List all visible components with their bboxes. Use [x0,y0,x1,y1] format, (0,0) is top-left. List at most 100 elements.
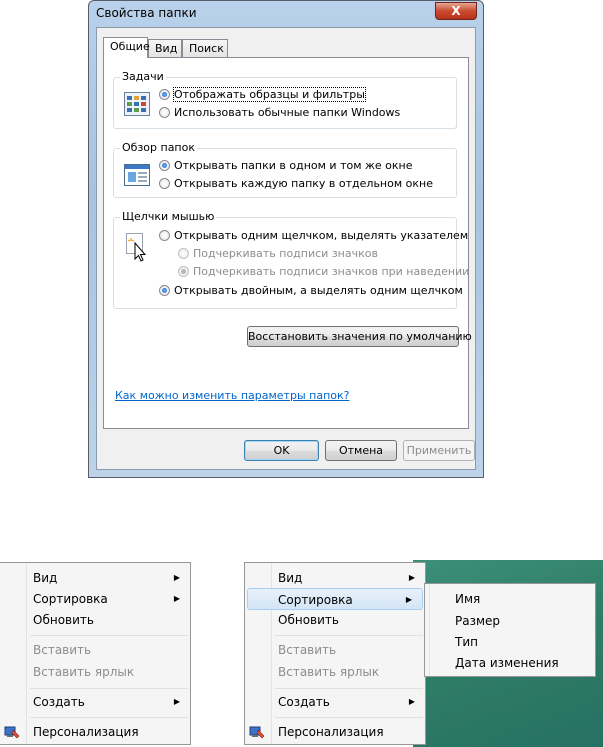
menu-item-label: Вид [33,571,58,585]
menu-item-label: Размер [455,614,501,628]
menu-item-label: Вставить [33,643,92,657]
menu-separator [275,635,423,636]
radio-unchecked[interactable] [159,230,170,241]
menu-item-refresh[interactable]: Обновить [0,609,190,631]
close-button[interactable]: X [435,2,477,20]
menu-item-label: Сортировка [278,593,353,607]
radio-unchecked[interactable] [159,107,170,118]
menu-item-view[interactable]: Вид ▶ [0,567,190,589]
sort-by-type[interactable]: Тип [425,631,595,653]
option-label: Использовать обычные папки Windows [174,106,401,119]
personalize-icon [249,726,265,739]
menu-item-label: Обновить [278,613,339,627]
dialog-title: Свойства папки [96,6,197,20]
browse-group-title: Обзор папок [120,141,197,154]
submenu-arrow-icon: ▶ [408,573,415,582]
menu-item-label: Персонализация [33,725,139,739]
submenu-arrow-icon: ▶ [173,594,180,603]
option-label: Открывать папки в одном и том же окне [174,159,413,172]
menu-item-label: Обновить [33,613,94,627]
clicks-group-title: Щелчки мышью [120,210,217,223]
sort-by-name[interactable]: Имя [425,588,595,610]
menu-separator [30,688,188,689]
tasks-group-title: Задачи [120,70,166,83]
tab-view[interactable]: Вид [148,39,182,57]
tab-general[interactable]: Общие [103,37,150,58]
menu-item-label: Создать [33,695,85,709]
menu-item-label: Вид [278,571,303,585]
double-click-option[interactable]: Открывать двойным, а выделять одним щелч… [159,284,463,297]
sort-submenu: Имя Размер Тип Дата изменения [424,583,596,677]
submenu-arrow-icon: ▶ [173,573,180,582]
window-icon [124,164,150,186]
dialog-client: Общие Вид Поиск Задачи Отображать образц… [96,27,476,470]
cancel-button[interactable]: Отмена [325,440,397,461]
separate-window-option[interactable]: Открывать каждую папку в отдельном окне [159,177,433,190]
radio-checked[interactable] [159,89,170,100]
option-label: Подчеркивать подписи значков при наведен… [193,265,470,278]
menu-item-paste[interactable]: Вставить [0,639,190,661]
tab-search[interactable]: Поиск [182,39,228,57]
sort-by-size[interactable]: Размер [425,610,595,632]
tasks-preview-icon [124,92,150,116]
single-click-option[interactable]: Открывать одним щелчком, выделять указат… [159,229,468,242]
radio-checked[interactable] [159,160,170,171]
help-link[interactable]: Как можно изменить параметры папок? [115,389,349,402]
radio-checked[interactable] [159,285,170,296]
menu-item-refresh[interactable]: Обновить [245,609,425,631]
menu-item-personalize[interactable]: Персонализация [245,721,425,743]
radio-unchecked[interactable] [159,178,170,189]
menu-item-paste-shortcut[interactable]: Вставить ярлык [245,661,425,683]
context-menu-right: Вид ▶ Сортировка ▶ Обновить Вставить Вст… [244,562,426,745]
same-window-option[interactable]: Открывать папки в одном и том же окне [159,159,413,172]
radio-disabled[interactable] [178,248,189,259]
radio-disabled-checked[interactable] [178,266,189,277]
option-label: Открывать каждую папку в отдельном окне [174,177,433,190]
apply-button[interactable]: Применить [403,440,475,461]
pointer-click-icon [126,233,147,262]
menu-item-label: Тип [455,635,478,649]
menu-separator [30,635,188,636]
menu-item-view[interactable]: Вид ▶ [245,567,425,589]
menu-item-label: Имя [455,592,481,606]
ok-button[interactable]: OK [244,440,319,461]
folder-options-dialog: Свойства папки X Общие Вид Поиск Задачи [88,0,484,478]
menu-item-paste[interactable]: Вставить [245,639,425,661]
menu-separator [275,717,423,718]
classic-folders-option[interactable]: Использовать обычные папки Windows [159,106,400,119]
sort-by-date-modified[interactable]: Дата изменения [425,652,595,674]
underline-always-option[interactable]: Подчеркивать подписи значков [178,247,378,260]
restore-defaults-button[interactable]: Восстановить значения по умолчанию [247,326,472,347]
tab-panel-general: Задачи Отображать образцы и фильтры Испо… [103,57,472,429]
menu-separator [275,688,423,689]
personalize-icon [4,726,20,739]
menu-item-sort[interactable]: Сортировка ▶ [0,588,190,610]
menu-item-sort[interactable]: Сортировка ▶ [247,588,423,610]
submenu-arrow-icon: ▶ [408,697,415,706]
option-label: Открывать двойным, а выделять одним щелч… [174,284,463,297]
option-label: Отображать образцы и фильтры [173,87,366,102]
mouse-clicks-group: Щелчки мышью Открывать одним щелчком, вы… [113,210,469,309]
submenu-arrow-icon: ▶ [405,595,412,604]
underline-hover-option[interactable]: Подчеркивать подписи значков при наведен… [178,265,469,278]
menu-item-paste-shortcut[interactable]: Вставить ярлык [0,661,190,683]
context-menu-left: Вид ▶ Сортировка ▶ Обновить Вставить Вст… [0,562,191,745]
menu-item-label: Вставить ярлык [33,665,135,679]
menu-item-label: Создать [278,695,330,709]
menu-item-new[interactable]: Создать ▶ [0,691,190,713]
menu-item-label: Вставить ярлык [278,665,380,679]
menu-separator [30,717,188,718]
submenu-arrow-icon: ▶ [173,697,180,706]
show-previews-option[interactable]: Отображать образцы и фильтры [159,87,366,102]
option-label: Открывать одним щелчком, выделять указат… [174,229,469,242]
browse-folders-group: Обзор папок Открывать папки в одном и то… [113,141,457,198]
title-bar[interactable]: Свойства папки X [89,1,483,27]
option-label: Подчеркивать подписи значков [193,247,378,260]
menu-item-personalize[interactable]: Персонализация [0,721,190,743]
menu-item-label: Вставить [278,643,337,657]
menu-item-label: Сортировка [33,592,108,606]
tasks-group: Задачи Отображать образцы и фильтры Испо… [113,70,457,129]
menu-item-new[interactable]: Создать ▶ [245,691,425,713]
menu-item-label: Персонализация [278,725,384,739]
menu-item-label: Дата изменения [455,656,559,670]
